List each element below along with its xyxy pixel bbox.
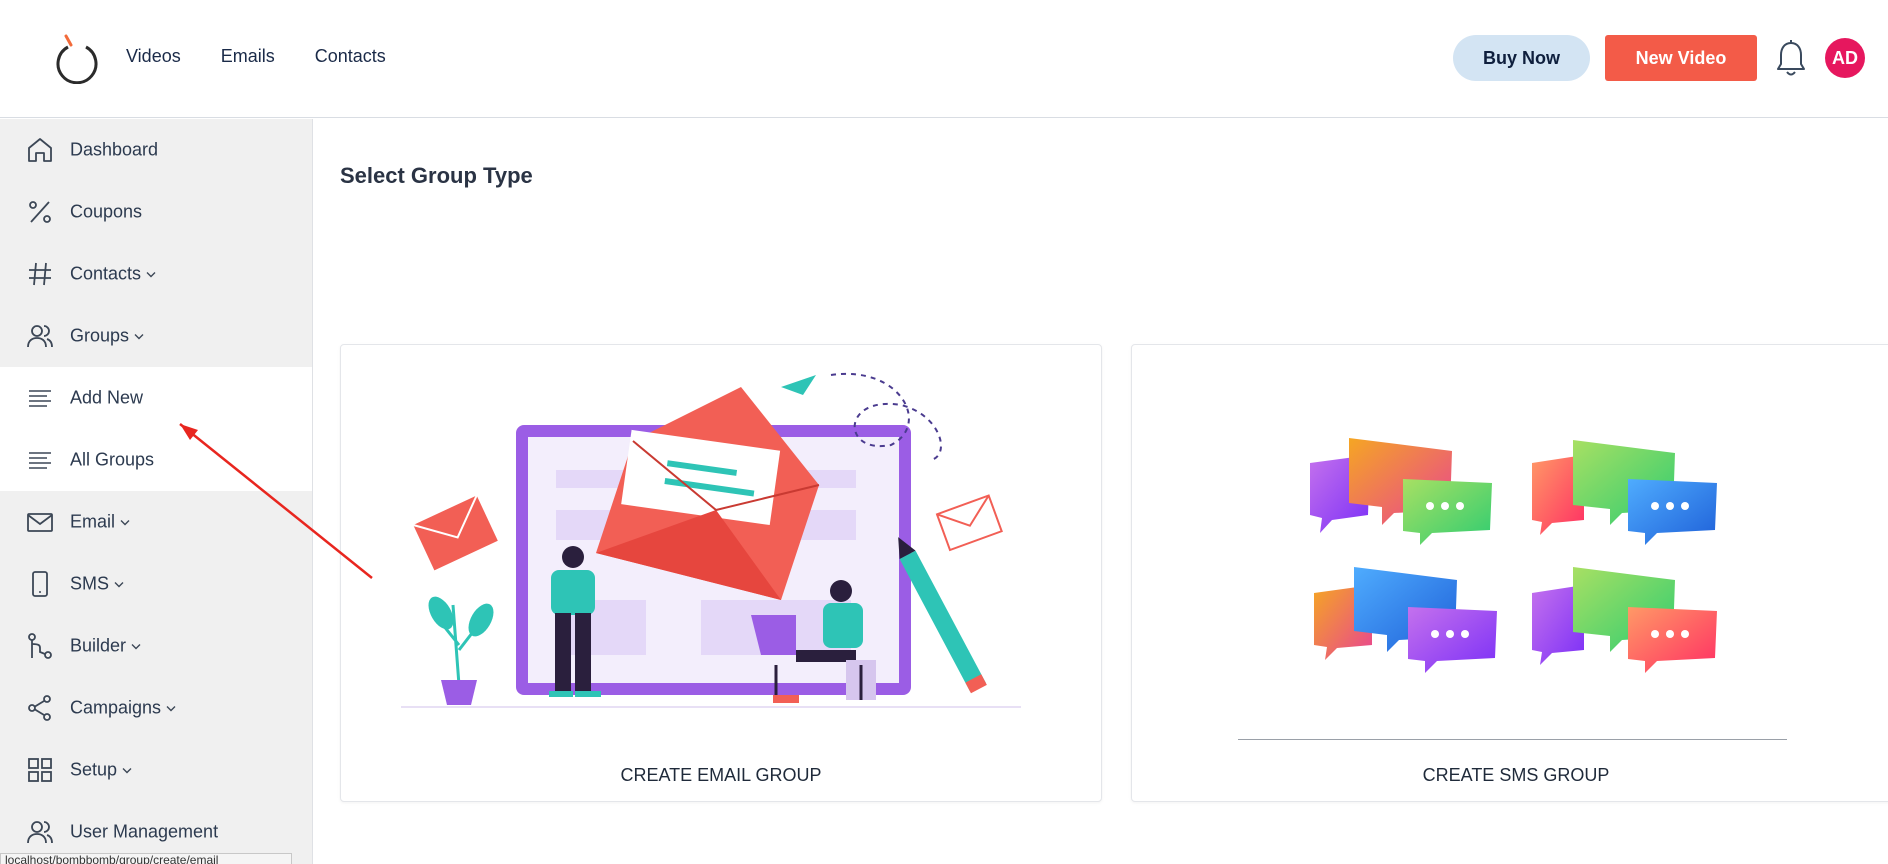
sidebar-item-label: Email — [70, 511, 116, 532]
sidebar-item-label: Dashboard — [70, 139, 159, 160]
chevron-down-icon — [166, 705, 176, 711]
sidebar-item-label: Coupons — [70, 201, 143, 222]
buy-now-button[interactable]: Buy Now — [1453, 35, 1590, 81]
chat-bubbles-illustration — [1310, 438, 1717, 673]
bell-icon[interactable] — [1775, 38, 1807, 78]
sidebar-item-contacts[interactable]: Contacts — [0, 243, 312, 305]
sidebar-item-groups[interactable]: Groups — [0, 305, 312, 367]
create-sms-group-label: CREATE SMS GROUP — [1422, 765, 1610, 785]
nav-videos[interactable]: Videos — [126, 46, 181, 67]
chevron-down-icon — [134, 333, 144, 339]
chevron-down-icon — [131, 643, 141, 649]
sidebar-item-dashboard[interactable]: Dashboard — [0, 119, 312, 181]
sidebar-item-label: Campaigns — [70, 697, 162, 718]
sidebar-item-label: All Groups — [70, 449, 155, 470]
card-divider — [1238, 739, 1787, 740]
users-icon — [27, 821, 53, 844]
create-email-group-card[interactable]: CREATE EMAIL GROUP — [340, 344, 1102, 802]
chevron-down-icon — [122, 767, 132, 773]
top-header: Videos Emails Contacts Buy Now New Video… — [0, 0, 1888, 118]
sidebar-item-sms[interactable]: SMS — [0, 553, 312, 615]
home-icon — [28, 138, 52, 162]
sidebar-item-label-wrap: Setup — [70, 760, 133, 781]
sidebar-item-label: Groups — [70, 325, 130, 346]
new-video-button[interactable]: New Video — [1605, 35, 1757, 81]
sidebar-item-builder[interactable]: Builder — [0, 615, 312, 677]
nav-contacts[interactable]: Contacts — [315, 46, 386, 67]
user-avatar[interactable]: AD — [1825, 38, 1865, 78]
users-icon — [27, 325, 53, 348]
sidebar-item-setup[interactable]: Setup — [0, 739, 312, 801]
chevron-down-icon — [114, 581, 124, 587]
sidebar-item-label-wrap: Builder — [70, 636, 142, 657]
share-icon — [28, 695, 51, 721]
mail-icon — [27, 513, 53, 532]
sidebar-item-label: Add New — [70, 387, 144, 408]
percent-icon — [29, 201, 51, 223]
sidebar-item-label: Builder — [70, 635, 127, 656]
chevron-down-icon — [120, 519, 130, 525]
sidebar-item-label: User Management — [70, 821, 219, 842]
sidebar-item-label-wrap: SMS — [70, 574, 125, 595]
create-sms-group-card[interactable]: CREATE SMS GROUP — [1131, 344, 1888, 802]
sidebar: Dashboard Coupons Contacts Groups Add Ne… — [0, 119, 313, 864]
top-nav: Videos Emails Contacts — [126, 46, 386, 67]
git-branch-icon — [28, 633, 52, 659]
sidebar-item-label: Contacts — [70, 263, 142, 284]
list-icon — [29, 390, 51, 407]
create-email-group-label: CREATE EMAIL GROUP — [620, 765, 822, 785]
brand-logo[interactable] — [52, 32, 102, 84]
sidebar-item-label-wrap: Campaigns — [70, 698, 177, 719]
sidebar-item-label: Setup — [70, 759, 118, 780]
email-envelope-illustration — [401, 372, 1021, 708]
nav-emails[interactable]: Emails — [221, 46, 275, 67]
sidebar-item-coupons[interactable]: Coupons — [0, 181, 312, 243]
phone-icon — [32, 571, 48, 597]
sidebar-item-label-wrap: Email — [70, 512, 131, 533]
chevron-down-icon — [146, 271, 156, 277]
status-url-bar: localhost/bombbomb/group/create/email — [0, 853, 292, 864]
sidebar-item-email[interactable]: Email — [0, 491, 312, 553]
grid-icon — [28, 758, 52, 782]
list-icon — [29, 452, 51, 469]
sidebar-item-label-wrap: Groups — [70, 326, 145, 347]
page-title: Select Group Type — [340, 163, 533, 188]
sidebar-item-add-new[interactable]: Add New — [0, 367, 312, 429]
sidebar-item-all-groups[interactable]: All Groups — [0, 429, 312, 491]
sidebar-item-label-wrap: Contacts — [70, 264, 157, 285]
hash-icon — [29, 262, 51, 286]
sidebar-item-label: SMS — [70, 573, 110, 594]
sidebar-item-campaigns[interactable]: Campaigns — [0, 677, 312, 739]
